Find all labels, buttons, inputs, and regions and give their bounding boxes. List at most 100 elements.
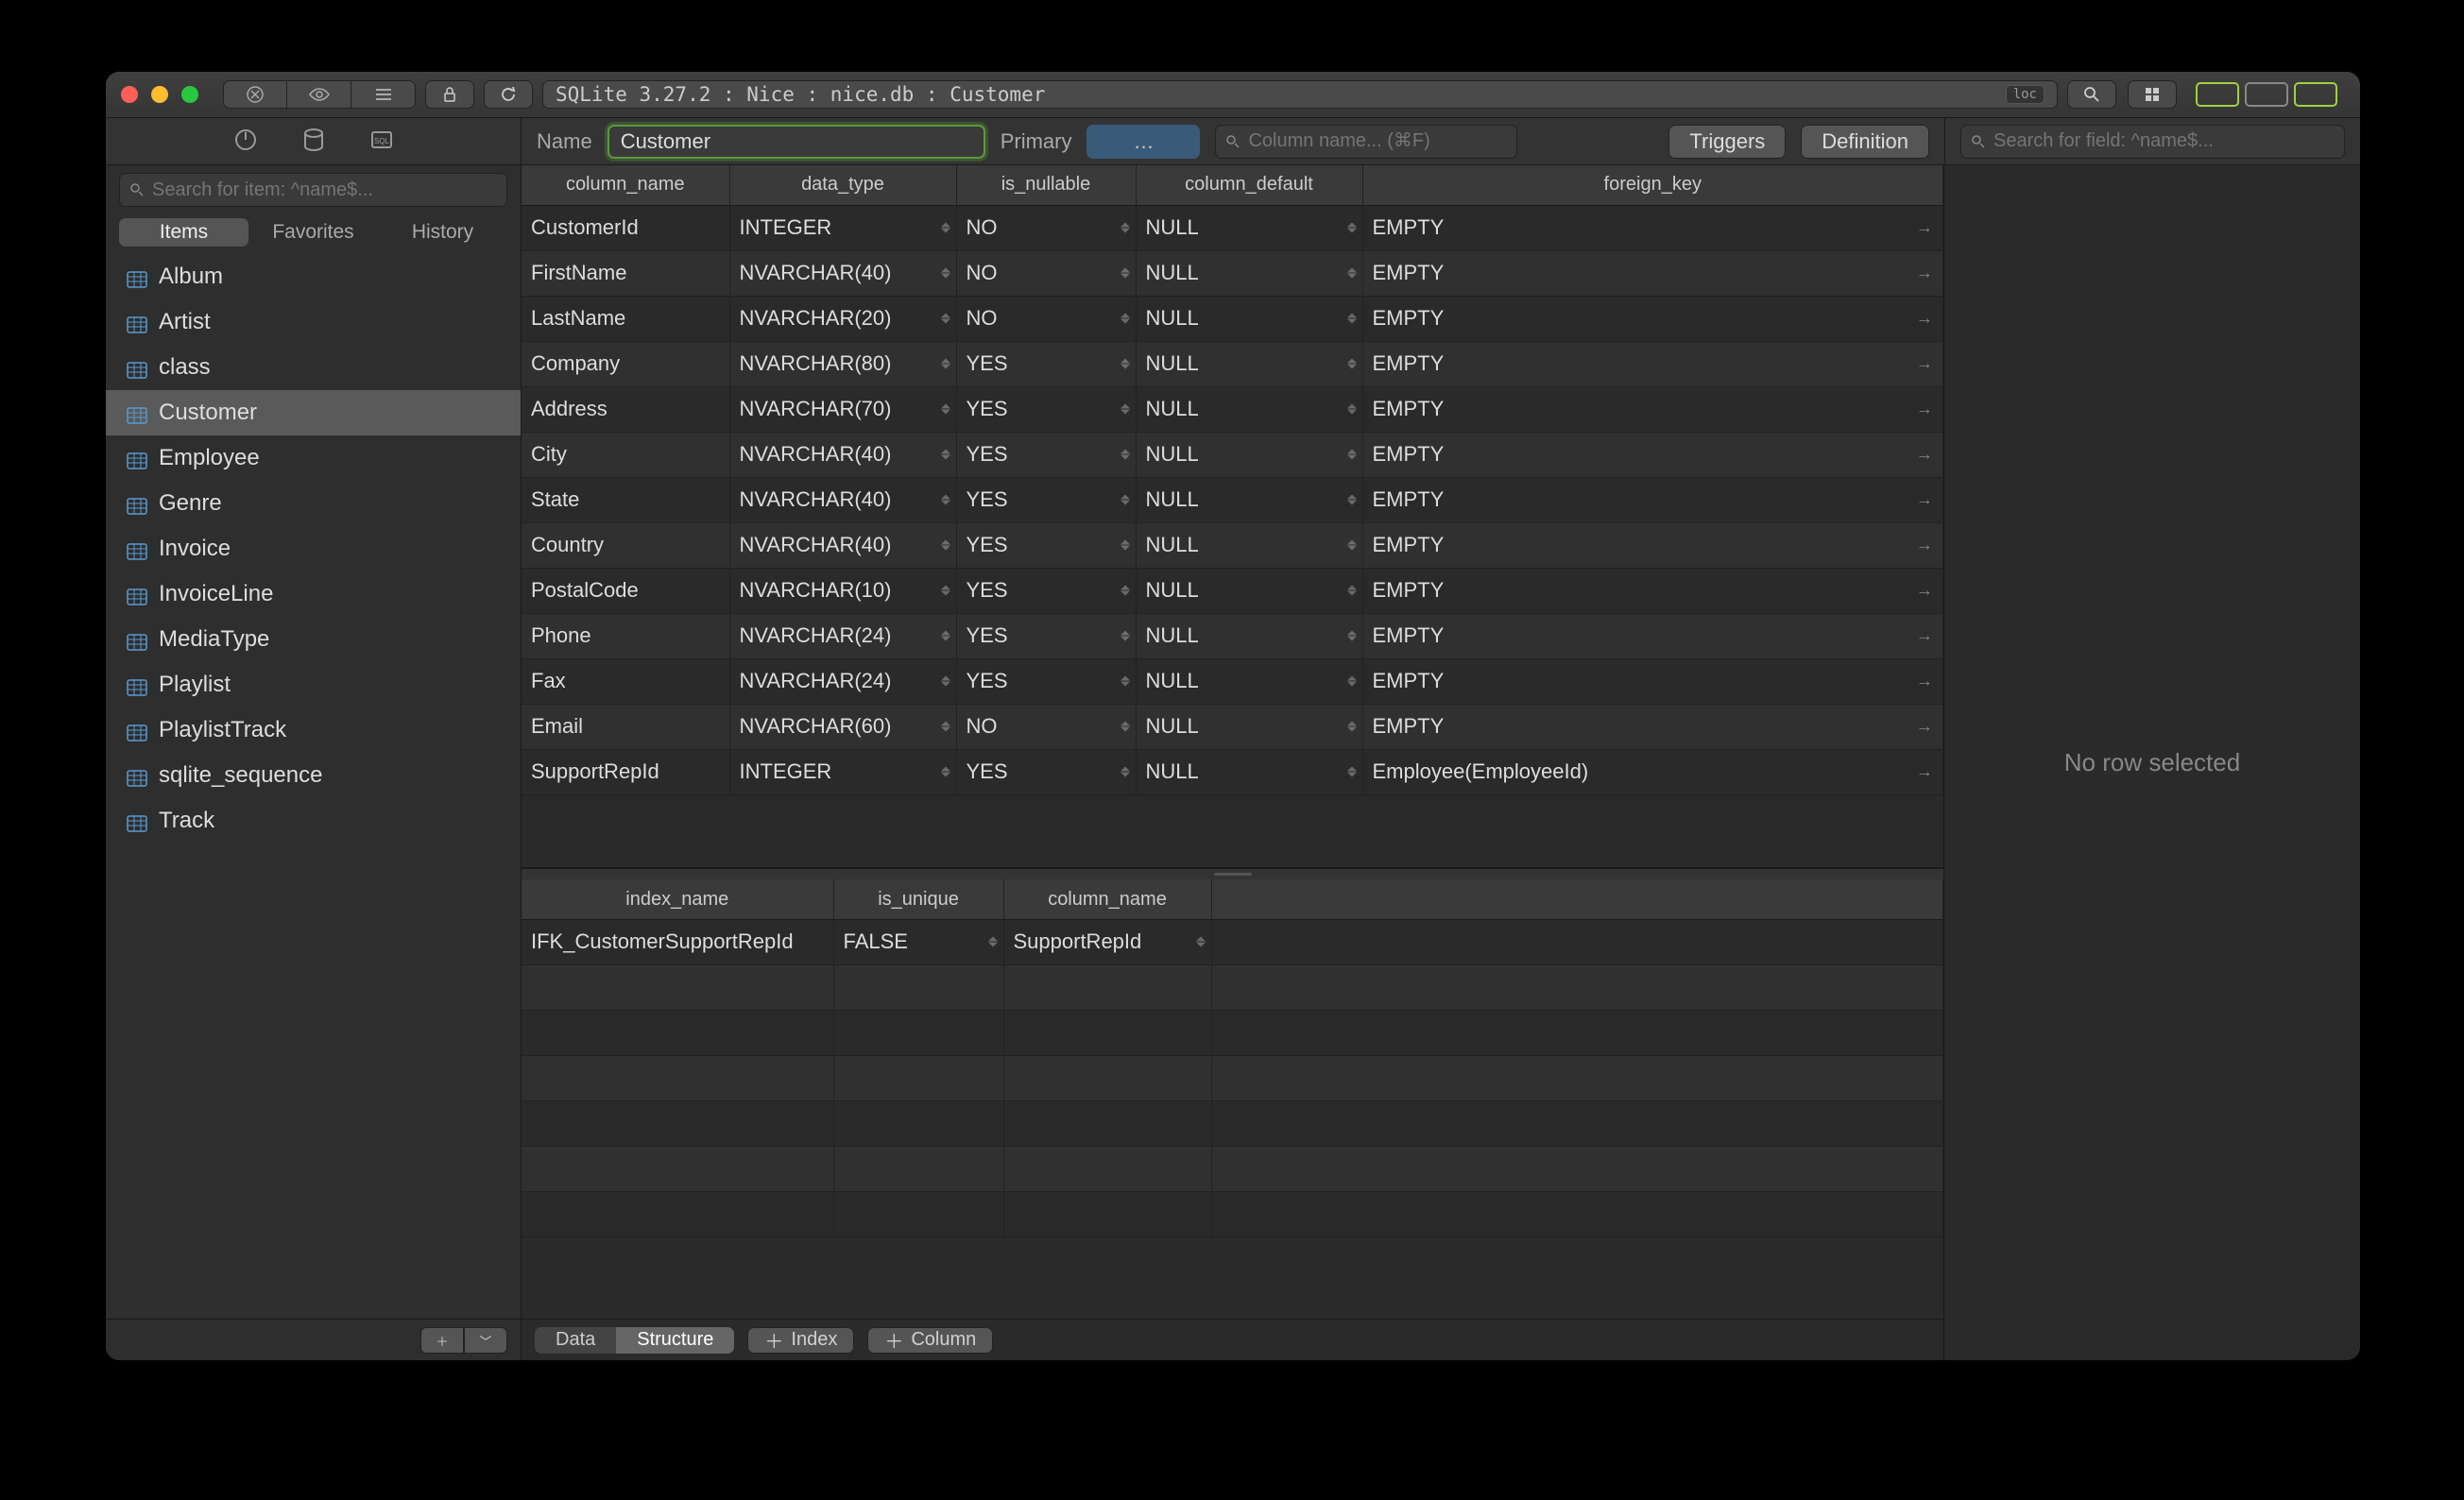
arrow-icon[interactable]: →	[1916, 400, 1933, 419]
sidebar-item-invoice[interactable]: Invoice	[106, 526, 521, 571]
sidebar-item-customer[interactable]: Customer	[106, 390, 521, 435]
cell-nullable[interactable]: YES	[956, 386, 1136, 432]
header-index-name[interactable]: index_name	[522, 879, 833, 919]
stepper-icon[interactable]	[1121, 767, 1130, 777]
arrow-icon[interactable]: →	[1916, 536, 1933, 555]
lock-button[interactable]	[425, 80, 474, 109]
cell-foreign-key[interactable]: EMPTY→	[1362, 658, 1943, 704]
column-row[interactable]: CompanyNVARCHAR(80)YESNULLEMPTY→	[522, 341, 1943, 386]
cell-data-type[interactable]: NVARCHAR(24)	[729, 613, 956, 658]
data-tab[interactable]: Data	[535, 1327, 616, 1354]
visibility-button[interactable]	[287, 80, 351, 109]
cell-column-name[interactable]: Phone	[522, 613, 729, 658]
cell-data-type[interactable]: INTEGER	[729, 749, 956, 794]
header-data-type[interactable]: data_type	[729, 165, 956, 205]
cell-foreign-key[interactable]: EMPTY→	[1362, 613, 1943, 658]
sidebar-item-employee[interactable]: Employee	[106, 435, 521, 481]
cell-column-name[interactable]: Fax	[522, 658, 729, 704]
stepper-icon[interactable]	[1121, 404, 1130, 415]
column-row[interactable]: AddressNVARCHAR(70)YESNULLEMPTY→	[522, 386, 1943, 432]
sidebar-item-artist[interactable]: Artist	[106, 299, 521, 345]
triggers-button[interactable]: Triggers	[1668, 125, 1786, 159]
splitter-handle[interactable]	[522, 868, 1943, 879]
stepper-icon[interactable]	[1347, 450, 1357, 460]
cell-column-name[interactable]: FirstName	[522, 250, 729, 296]
cell-column-name[interactable]: Email	[522, 704, 729, 749]
stepper-icon[interactable]	[988, 937, 998, 947]
cell-column-name[interactable]: Address	[522, 386, 729, 432]
arrow-icon[interactable]: →	[1916, 445, 1933, 465]
stepper-icon[interactable]	[941, 359, 950, 369]
column-row[interactable]: FaxNVARCHAR(24)YESNULLEMPTY→	[522, 658, 1943, 704]
cell-nullable[interactable]: YES	[956, 522, 1136, 568]
cell-data-type[interactable]: NVARCHAR(40)	[729, 250, 956, 296]
stepper-icon[interactable]	[1121, 314, 1130, 324]
arrow-icon[interactable]: →	[1916, 218, 1933, 238]
close-window-button[interactable]	[121, 86, 138, 103]
cell-foreign-key[interactable]: EMPTY→	[1362, 522, 1943, 568]
sidebar-item-sqlite_sequence[interactable]: sqlite_sequence	[106, 753, 521, 798]
column-row[interactable]: PhoneNVARCHAR(24)YESNULLEMPTY→	[522, 613, 1943, 658]
arrow-icon[interactable]: →	[1916, 672, 1933, 691]
sidebar-search-input[interactable]	[152, 179, 497, 201]
column-row[interactable]: CityNVARCHAR(40)YESNULLEMPTY→	[522, 432, 1943, 477]
cell-nullable[interactable]: NO	[956, 250, 1136, 296]
layout-right-button[interactable]	[2294, 82, 2337, 107]
disconnect-button[interactable]	[223, 80, 287, 109]
cell-default[interactable]: NULL	[1136, 296, 1362, 341]
layout-left-button[interactable]	[2196, 82, 2239, 107]
sidebar-item-genre[interactable]: Genre	[106, 481, 521, 526]
tab-history[interactable]: History	[378, 218, 507, 247]
arrow-icon[interactable]: →	[1916, 581, 1933, 601]
stepper-icon[interactable]	[1121, 495, 1130, 505]
list-button[interactable]	[351, 80, 416, 109]
stepper-icon[interactable]	[1347, 268, 1357, 279]
stepper-icon[interactable]	[1347, 495, 1357, 505]
cell-default[interactable]: NULL	[1136, 704, 1362, 749]
stepper-icon[interactable]	[1121, 631, 1130, 641]
add-column-button[interactable]: ＋ Column	[867, 1327, 993, 1354]
cell-column-name[interactable]: Company	[522, 341, 729, 386]
column-row[interactable]: StateNVARCHAR(40)YESNULLEMPTY→	[522, 477, 1943, 522]
stepper-icon[interactable]	[1347, 631, 1357, 641]
cell-default[interactable]: NULL	[1136, 749, 1362, 794]
arrow-icon[interactable]: →	[1916, 626, 1933, 646]
cell-data-type[interactable]: NVARCHAR(40)	[729, 477, 956, 522]
cell-default[interactable]: NULL	[1136, 522, 1362, 568]
cell-column-name[interactable]: PostalCode	[522, 568, 729, 613]
cell-data-type[interactable]: INTEGER	[729, 205, 956, 250]
cell-default[interactable]: NULL	[1136, 568, 1362, 613]
stepper-icon[interactable]	[1347, 359, 1357, 369]
field-search[interactable]	[1960, 125, 2345, 159]
cell-foreign-key[interactable]: EMPTY→	[1362, 250, 1943, 296]
cell-default[interactable]: NULL	[1136, 658, 1362, 704]
grid-button[interactable]	[2128, 80, 2177, 109]
refresh-button[interactable]	[484, 80, 533, 109]
stepper-icon[interactable]	[1121, 359, 1130, 369]
search-button[interactable]	[2067, 80, 2116, 109]
cell-default[interactable]: NULL	[1136, 477, 1362, 522]
column-search[interactable]	[1215, 125, 1517, 159]
sidebar-search[interactable]	[119, 173, 507, 207]
sidebar-item-mediatype[interactable]: MediaType	[106, 617, 521, 662]
cell-nullable[interactable]: YES	[956, 568, 1136, 613]
cell-column-name[interactable]: State	[522, 477, 729, 522]
tab-favorites[interactable]: Favorites	[248, 218, 378, 247]
column-row[interactable]: CustomerIdINTEGERNONULLEMPTY→	[522, 205, 1943, 250]
stepper-icon[interactable]	[1196, 937, 1206, 947]
arrow-icon[interactable]: →	[1916, 490, 1933, 510]
cell-default[interactable]: NULL	[1136, 386, 1362, 432]
stepper-icon[interactable]	[1347, 676, 1357, 687]
stepper-icon[interactable]	[941, 540, 950, 551]
header-index-column[interactable]: column_name	[1003, 879, 1211, 919]
cell-foreign-key[interactable]: EMPTY→	[1362, 704, 1943, 749]
minimize-window-button[interactable]	[151, 86, 168, 103]
sidebar-item-album[interactable]: Album	[106, 254, 521, 299]
arrow-icon[interactable]: →	[1916, 354, 1933, 374]
sidebar-item-class[interactable]: class	[106, 345, 521, 390]
stepper-icon[interactable]	[941, 268, 950, 279]
cell-column-name[interactable]: LastName	[522, 296, 729, 341]
cell-nullable[interactable]: YES	[956, 613, 1136, 658]
arrow-icon[interactable]: →	[1916, 762, 1933, 782]
stepper-icon[interactable]	[1121, 223, 1130, 233]
